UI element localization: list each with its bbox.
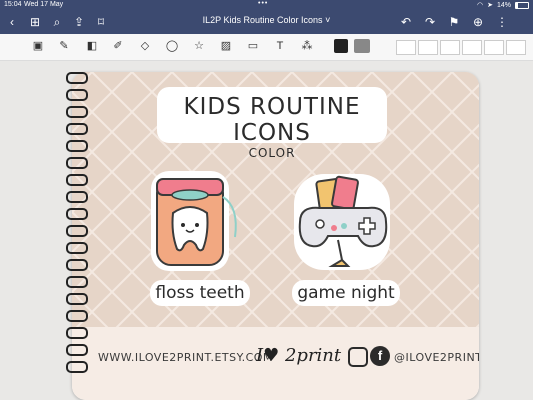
facebook-icon: f bbox=[370, 346, 390, 366]
title-card: KIDS ROUTINE ICONS COLOR bbox=[157, 87, 387, 160]
notebook-page[interactable]: KIDS ROUTINE ICONS COLOR floss teeth gam… bbox=[72, 72, 479, 400]
read-mode-icon[interactable]: ▣ bbox=[31, 39, 45, 53]
floss-teeth-label: floss teeth bbox=[150, 280, 250, 306]
sticker-thumb-1[interactable] bbox=[396, 40, 416, 55]
laser-pointer-icon[interactable]: ⁂ bbox=[300, 39, 314, 53]
ring bbox=[66, 191, 88, 203]
status-bar: 15:04 Wed 17 May ••• ◠ ➤ 14% bbox=[0, 0, 533, 10]
navigation-bar: ‹ ⊞ ⌕ ⇪ ⌑ IL2P Kids Routine Color Icons … bbox=[0, 10, 533, 34]
page-subtitle: COLOR bbox=[248, 146, 296, 160]
ring bbox=[66, 157, 88, 169]
sticker-thumb-5[interactable] bbox=[484, 40, 504, 55]
ring bbox=[66, 259, 88, 271]
lasso-icon[interactable]: ◯ bbox=[165, 39, 179, 53]
footer-band: WWW.ILOVE2PRINT.ETSY.COM I♥ 2print f @IL… bbox=[72, 327, 479, 400]
redo-icon[interactable]: ↷ bbox=[422, 14, 438, 30]
wifi-icon: ◠ bbox=[477, 2, 484, 9]
eraser-icon[interactable]: ◧ bbox=[85, 39, 99, 53]
bookmark-icon[interactable]: ⚑ bbox=[446, 14, 462, 30]
ring bbox=[66, 208, 88, 220]
sticker-thumb-6[interactable] bbox=[506, 40, 526, 55]
battery-percent: 14% bbox=[496, 1, 511, 9]
sticker-thumb-3[interactable] bbox=[440, 40, 460, 55]
ring bbox=[66, 106, 88, 118]
highlighter-icon[interactable]: ✐ bbox=[111, 39, 125, 53]
status-time: 15:04 bbox=[4, 1, 22, 8]
social-handle: @ILOVE2PRINT bbox=[394, 351, 479, 364]
drawing-toolbar: ▣ ✎ ◧ ✐ ◇ ◯ ☆ ▨ ▭ T ⁂ bbox=[0, 34, 533, 61]
floss-teeth-sticker[interactable] bbox=[147, 167, 247, 277]
website-text: WWW.ILOVE2PRINT.ETSY.COM bbox=[98, 351, 273, 364]
ring bbox=[66, 123, 88, 135]
color-black-swatch[interactable] bbox=[334, 39, 348, 53]
pen-icon[interactable]: ✎ bbox=[57, 39, 71, 53]
text-icon[interactable]: T bbox=[273, 39, 287, 53]
elements-icon[interactable]: ☆ bbox=[192, 39, 206, 53]
ring bbox=[66, 225, 88, 237]
ring bbox=[66, 89, 88, 101]
ring bbox=[66, 327, 88, 339]
color-gray-swatch[interactable] bbox=[354, 39, 370, 53]
sticker-thumb-2[interactable] bbox=[418, 40, 438, 55]
ring bbox=[66, 344, 88, 356]
instagram-icon bbox=[348, 347, 368, 367]
shapes-icon[interactable]: ◇ bbox=[138, 39, 152, 53]
location-icon: ➤ bbox=[487, 2, 493, 9]
ring bbox=[66, 242, 88, 254]
add-page-icon[interactable]: ⊕ bbox=[470, 14, 486, 30]
spiral-binding bbox=[66, 72, 88, 373]
camera-icon[interactable]: ▭ bbox=[246, 39, 260, 53]
sticker-thumb-4[interactable] bbox=[462, 40, 482, 55]
undo-icon[interactable]: ↶ bbox=[398, 14, 414, 30]
battery-icon bbox=[515, 1, 529, 9]
ring bbox=[66, 310, 88, 322]
game-night-label: game night bbox=[292, 280, 400, 306]
ring bbox=[66, 361, 88, 373]
status-right: ◠ ➤ 14% bbox=[477, 1, 529, 9]
ring bbox=[66, 72, 88, 84]
more-icon[interactable]: ⋮ bbox=[494, 14, 510, 30]
multitasking-dots[interactable]: ••• bbox=[258, 0, 268, 7]
ring bbox=[66, 276, 88, 288]
status-date: Wed 17 May bbox=[24, 1, 64, 8]
game-night-sticker[interactable] bbox=[286, 170, 396, 280]
ring bbox=[66, 293, 88, 305]
page-title: KIDS ROUTINE ICONS bbox=[183, 94, 361, 146]
ring bbox=[66, 140, 88, 152]
image-icon[interactable]: ▨ bbox=[219, 39, 233, 53]
brand-logo: I♥ 2print bbox=[256, 345, 342, 366]
ring bbox=[66, 174, 88, 186]
